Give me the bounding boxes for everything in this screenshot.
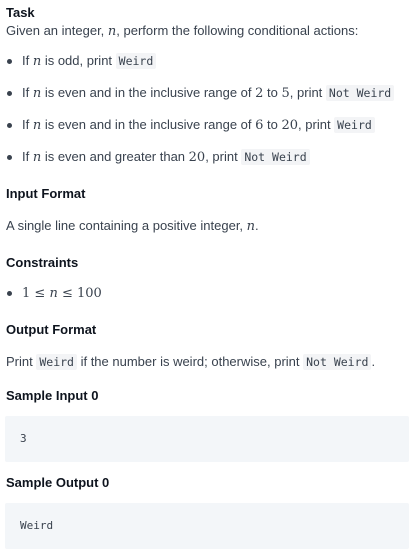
inline-code: Not Weird: [303, 354, 372, 370]
task-intro: Given an integer, n, perform the followi…: [6, 22, 405, 41]
inline-code: Not Weird: [325, 85, 395, 101]
list-item: If n is even and greater than 20, print …: [6, 148, 405, 167]
rule-text: is even and in the inclusive range of: [41, 85, 256, 100]
rule-text: , print: [289, 85, 326, 100]
task-intro-post: , perform the following conditional acti…: [116, 23, 359, 38]
rule-text: is even and greater than: [41, 149, 189, 164]
input-format-post: .: [255, 218, 259, 233]
rule-number: 20: [188, 150, 206, 165]
input-format-heading: Input Format: [6, 186, 86, 201]
rule-var: n: [32, 86, 42, 101]
constraint-op: ≤: [30, 286, 50, 301]
output-format-post: .: [371, 354, 376, 369]
rule-var: n: [32, 54, 42, 69]
rule-text: , print: [298, 117, 335, 132]
constraints-list: 1 ≤ n ≤ 100: [6, 284, 405, 303]
rule-text: , print: [205, 149, 242, 164]
rule-text: If: [22, 53, 33, 68]
rule-text: is even and in the inclusive range of: [41, 117, 256, 132]
rule-number: 20: [281, 118, 299, 133]
rule-text: is odd, print: [41, 53, 116, 68]
inline-code: Weird: [36, 354, 77, 370]
output-format-pre: Print: [6, 354, 37, 369]
output-format-text: Print Weird if the number is weird; othe…: [6, 353, 405, 371]
rule-text: to: [263, 117, 282, 132]
bullet-icon: [7, 59, 12, 64]
rule-text: to: [263, 85, 282, 100]
inline-code: Not Weird: [241, 149, 310, 165]
task-intro-pre: Given an integer,: [6, 23, 108, 38]
sample-input-heading: Sample Input 0: [6, 388, 99, 403]
list-item: 1 ≤ n ≤ 100: [6, 284, 405, 303]
rule-var: n: [32, 150, 42, 165]
output-format-mid: if the number is weird; otherwise, print: [76, 354, 304, 369]
bullet-icon: [7, 155, 12, 160]
list-item: If n is odd, print Weird: [6, 52, 405, 71]
sample-input-box: 3: [5, 416, 409, 462]
constraint-var: n: [49, 286, 58, 301]
bullet-icon: [7, 91, 12, 96]
bullet-icon: [7, 123, 12, 128]
problem-statement: Task Given an integer, n, perform the fo…: [0, 0, 409, 549]
inline-code: Weird: [115, 53, 157, 69]
sample-output-heading: Sample Output 0: [6, 475, 110, 490]
task-rules-list: If n is odd, print Weird If n is even an…: [6, 52, 405, 167]
inline-code: Weird: [334, 117, 375, 133]
sample-output-box: Weird: [5, 503, 409, 549]
rule-var: n: [32, 118, 42, 133]
list-item: If n is even and in the inclusive range …: [6, 84, 405, 103]
input-format-pre: A single line containing a positive inte…: [6, 218, 247, 233]
task-heading: Task: [6, 5, 35, 20]
rule-text: If: [22, 85, 33, 100]
sample-input-value: 3: [20, 432, 27, 445]
rule-text: If: [22, 149, 33, 164]
constraint-op: ≤: [57, 286, 77, 301]
bullet-icon: [7, 291, 12, 296]
rule-number: 5: [281, 86, 290, 101]
input-format-var: n: [246, 219, 256, 234]
rule-text: If: [22, 117, 33, 132]
constraint-high: 100: [77, 286, 102, 301]
list-item: If n is even and in the inclusive range …: [6, 116, 405, 135]
constraints-heading: Constraints: [6, 255, 79, 270]
output-format-heading: Output Format: [6, 322, 97, 337]
input-format-text: A single line containing a positive inte…: [6, 217, 405, 236]
sample-output-value: Weird: [20, 519, 54, 532]
